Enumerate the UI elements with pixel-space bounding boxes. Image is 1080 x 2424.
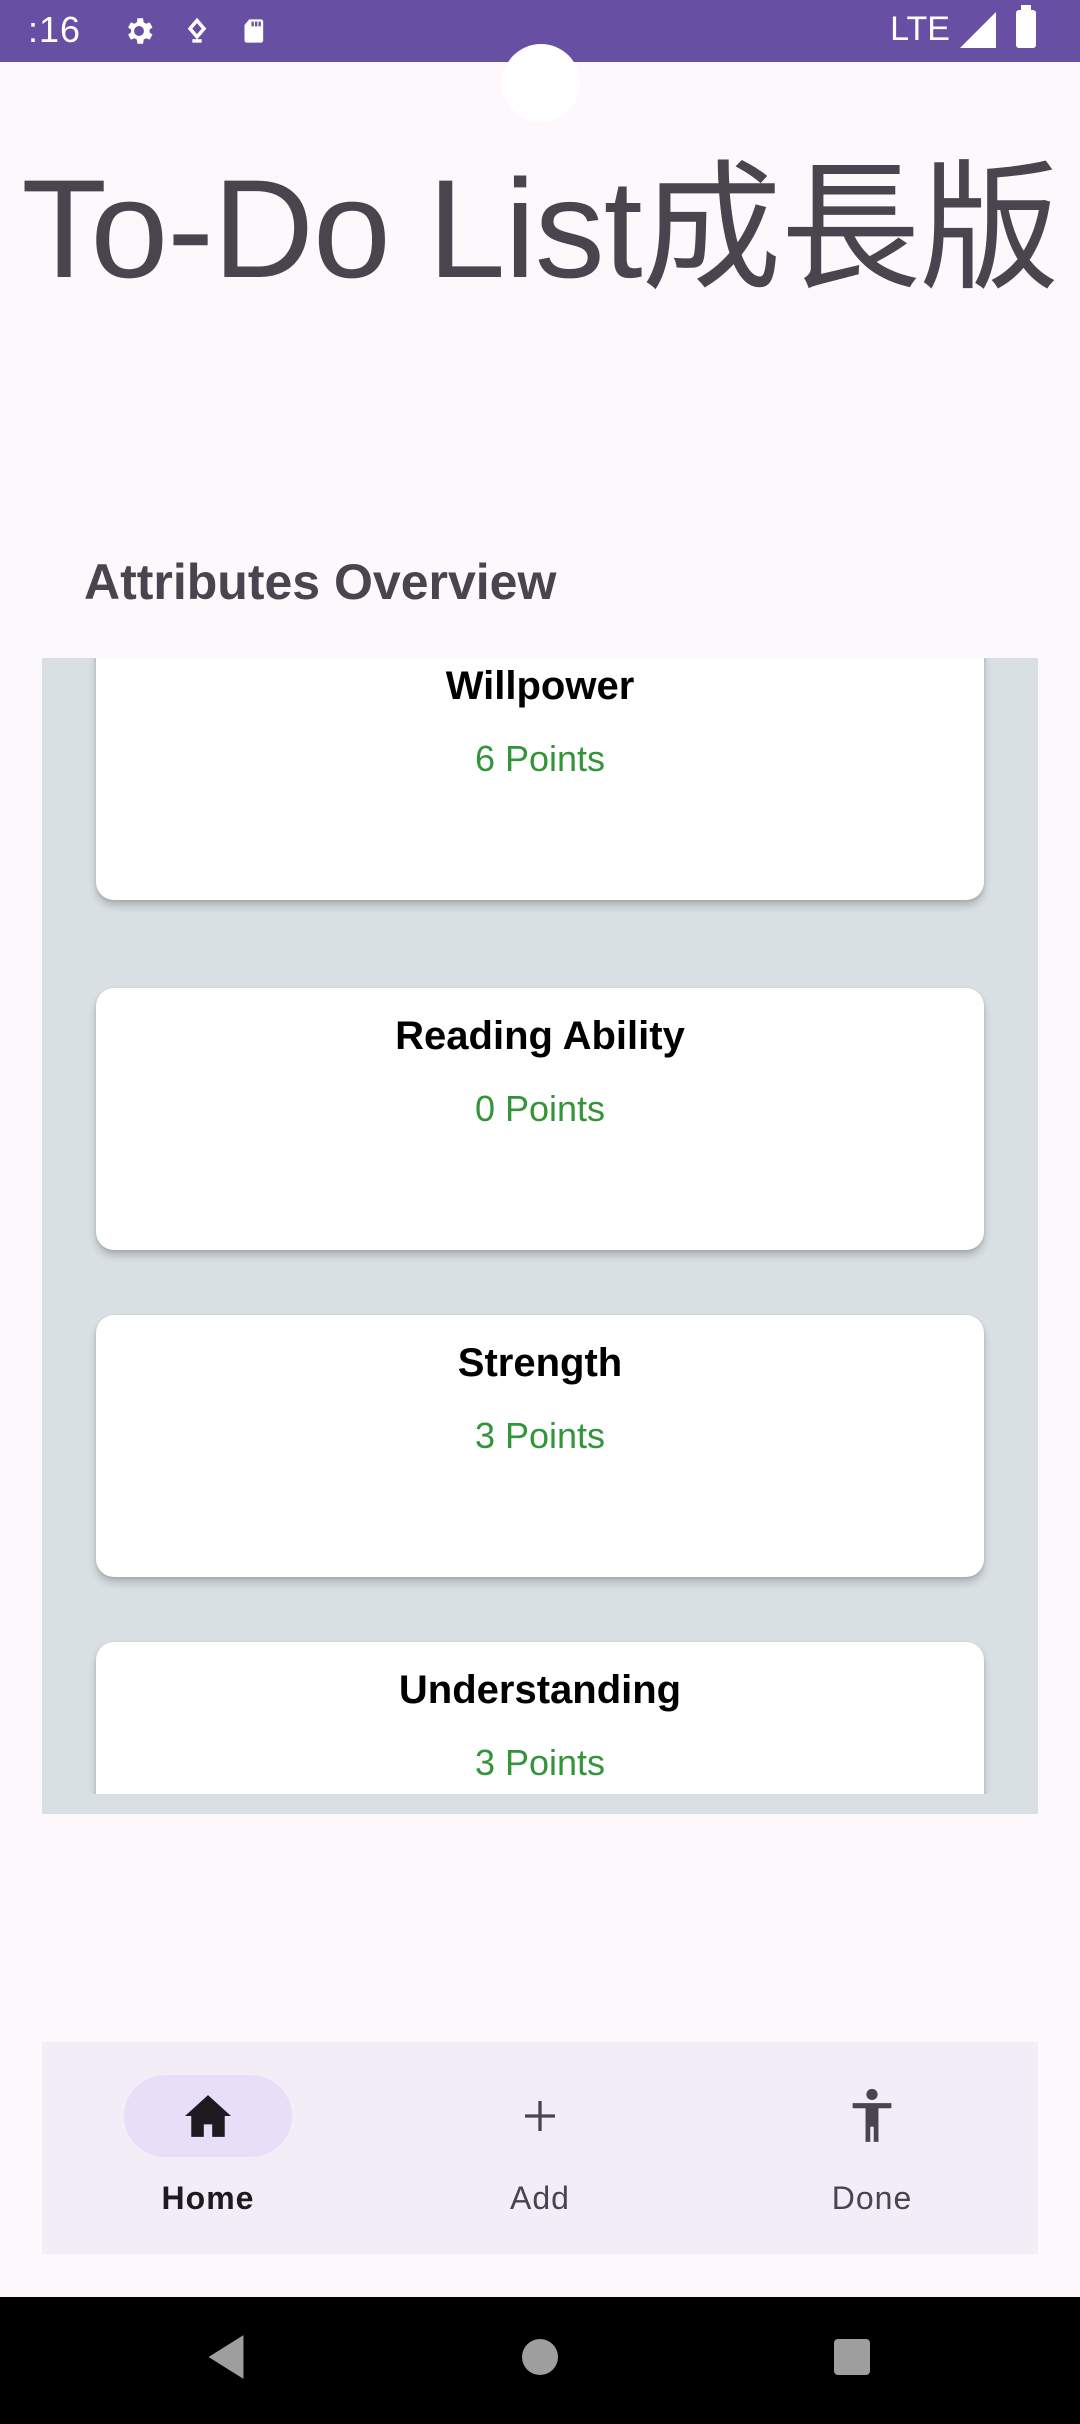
app-title: To-Do List成長版 bbox=[21, 150, 1059, 307]
system-navigation-bar bbox=[0, 2297, 1080, 2424]
settings-gear-icon bbox=[122, 14, 156, 48]
nav-home[interactable]: Home bbox=[42, 2042, 374, 2254]
nav-label: Home bbox=[161, 2180, 255, 2216]
nav-label: Add bbox=[510, 2180, 570, 2216]
recents-square-icon[interactable] bbox=[822, 2327, 882, 2387]
phone-screen: :16 LTE To-Do List成長版 Attributes Overvie… bbox=[0, 0, 1080, 2424]
sd-card-icon bbox=[238, 14, 272, 48]
attribute-card-reading-ability[interactable]: Reading Ability 0 Points bbox=[96, 988, 984, 1250]
back-icon[interactable] bbox=[196, 2327, 256, 2387]
bottom-navigation: Home Add Done bbox=[42, 2042, 1038, 2254]
attribute-name: Understanding bbox=[398, 1668, 682, 1712]
attribute-card-willpower[interactable]: Willpower 6 Points bbox=[96, 658, 984, 900]
attribute-points: 3 Points bbox=[474, 1742, 606, 1783]
attribute-points: 6 Points bbox=[474, 738, 606, 779]
attribute-name: Strength bbox=[457, 1341, 623, 1385]
attribute-card-strength[interactable]: Strength 3 Points bbox=[96, 1315, 984, 1577]
nav-label: Done bbox=[831, 2180, 913, 2216]
location-icon bbox=[180, 14, 214, 48]
battery-icon bbox=[1016, 5, 1036, 48]
home-circle-icon[interactable] bbox=[510, 2327, 570, 2387]
attribute-name: Willpower bbox=[445, 664, 635, 708]
home-icon bbox=[178, 2086, 238, 2146]
attribute-points: 0 Points bbox=[474, 1088, 606, 1129]
attributes-list[interactable]: Willpower 6 Points Reading Ability 0 Poi… bbox=[42, 658, 1038, 1814]
network-type: LTE bbox=[890, 10, 950, 48]
signal-icon bbox=[960, 12, 996, 48]
attribute-card-understanding[interactable]: Understanding 3 Points bbox=[96, 1642, 984, 1814]
accessibility-person-icon bbox=[842, 2086, 902, 2146]
attributes-overview-heading: Attributes Overview bbox=[84, 554, 557, 610]
attribute-name: Reading Ability bbox=[395, 1014, 685, 1058]
list-bottom-edge bbox=[42, 1794, 1038, 1814]
attribute-points: 3 Points bbox=[474, 1415, 606, 1456]
plus-icon bbox=[510, 2086, 570, 2146]
camera-cutout bbox=[502, 44, 580, 122]
status-time: :16 bbox=[28, 9, 82, 50]
nav-done[interactable]: Done bbox=[706, 2042, 1038, 2254]
nav-add[interactable]: Add bbox=[374, 2042, 706, 2254]
